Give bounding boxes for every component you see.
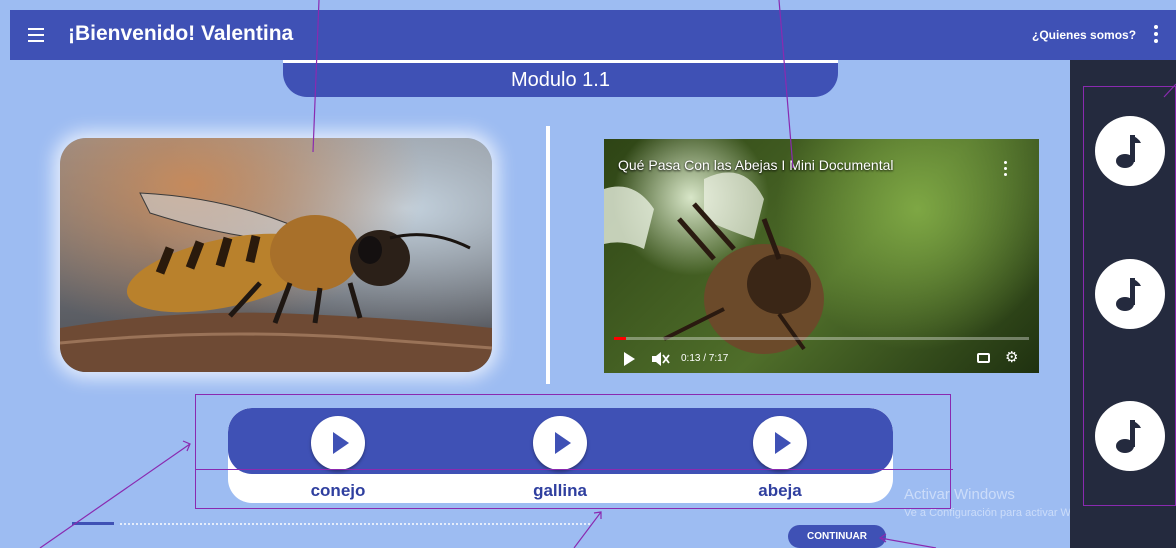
hamburger-menu-icon[interactable]: [28, 28, 44, 42]
subtitles-icon[interactable]: [977, 353, 990, 363]
settings-gear-icon[interactable]: ⚙: [1005, 350, 1020, 365]
progress-remaining-segment: [120, 523, 590, 525]
bee-photo: [60, 138, 492, 372]
module-progress-indicator: [72, 522, 592, 526]
video-more-icon[interactable]: [1004, 161, 1008, 179]
highlight-box-sidebar: [1083, 86, 1176, 506]
vertical-divider: [546, 126, 550, 384]
app-bar: ¡Bienvenido! Valentina ¿Quienes somos?: [10, 10, 1176, 60]
video-time: 0:13 / 7:17: [681, 353, 729, 364]
play-icon[interactable]: [624, 352, 635, 366]
video-progress-bar[interactable]: [614, 337, 1029, 340]
about-us-link[interactable]: ¿Quienes somos?: [1032, 28, 1136, 42]
progress-current-segment: [72, 522, 114, 525]
highlight-box-words: [195, 394, 951, 509]
video-title[interactable]: Qué Pasa Con las Abejas I Mini Documenta…: [618, 157, 893, 173]
volume-muted-icon[interactable]: [652, 351, 670, 367]
highlight-divider-line: [195, 469, 953, 470]
more-vert-icon[interactable]: [1153, 25, 1159, 45]
video-controls: 0:13 / 7:17 ⚙: [604, 343, 1039, 373]
video-player[interactable]: Qué Pasa Con las Abejas I Mini Documenta…: [604, 139, 1039, 373]
module-title: Modulo 1.1: [283, 60, 838, 97]
continue-button[interactable]: CONTINUAR: [788, 525, 886, 548]
app-title: ¡Bienvenido! Valentina: [68, 22, 294, 45]
video-progress-fill: [614, 337, 627, 340]
